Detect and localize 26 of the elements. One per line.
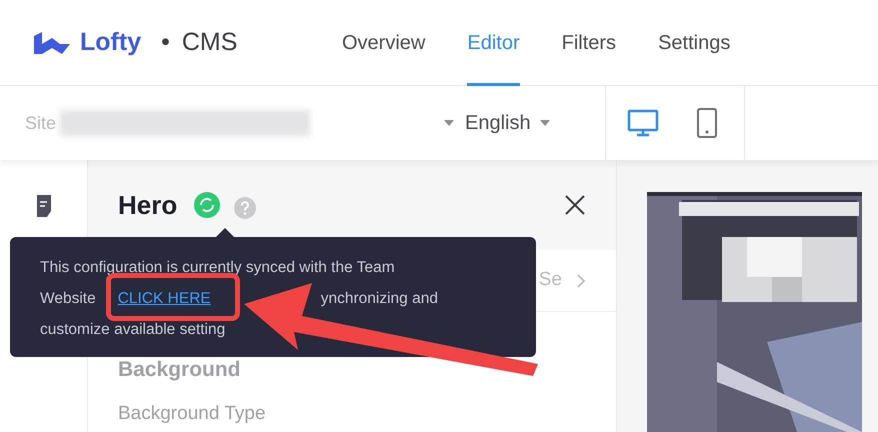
panel-title: Hero [118,188,178,222]
caret-icon[interactable] [538,119,551,127]
sync-icon[interactable] [193,191,222,219]
nav-tab[interactable]: Settings [658,0,730,86]
row-label: Se [538,268,562,292]
language-dropdown[interactable]: English [465,108,551,138]
close-icon[interactable] [564,194,586,216]
site-label: Site [25,112,56,134]
click-here-link[interactable]: CLICK HERE [118,283,211,314]
section-heading: Background [118,357,241,383]
tooltip-text: customize available setting [40,320,226,340]
chevron-icon [576,272,586,288]
caret-icon[interactable] [443,119,456,127]
separator-dot: • [161,26,170,58]
product-name: CMS [182,26,238,58]
desktop-icon[interactable] [626,109,659,137]
field-label: Background Type [118,402,266,426]
document-icon[interactable] [34,194,52,218]
mobile-icon[interactable] [696,107,718,139]
nav-tab[interactable]: Overview [342,0,426,86]
tooltip-text: This configuration is currently synced with the Team [40,258,395,278]
logo-text: Lofty [80,26,142,58]
tooltip-text: Website [40,289,96,309]
nav-tab[interactable]: Filters [562,0,616,86]
tooltip-text: ynchronizing and [320,289,438,309]
logo-icon [32,30,72,56]
